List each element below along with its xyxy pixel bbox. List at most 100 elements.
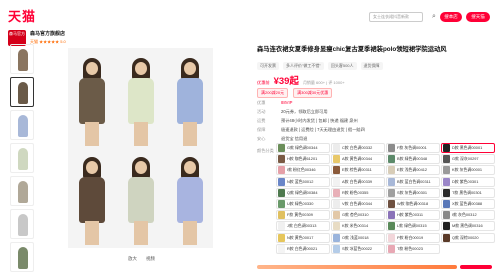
info-value: 88VIP bbox=[281, 100, 293, 105]
color-option[interactable]: H款 紫色00311 bbox=[386, 210, 440, 221]
color-option-label: G款 杏色00310 bbox=[342, 212, 369, 218]
thumbnail[interactable] bbox=[10, 44, 34, 74]
dress bbox=[177, 78, 203, 124]
main-product-image[interactable] bbox=[68, 48, 213, 248]
info-label: 运费 bbox=[257, 118, 266, 123]
thumbnail[interactable] bbox=[10, 110, 34, 140]
color-option[interactable]: U款 绿色00330 bbox=[276, 198, 330, 209]
color-swatch bbox=[388, 166, 395, 175]
color-option[interactable]: C款 白色调00332 bbox=[331, 143, 385, 153]
color-option[interactable]: T款 黑色调00301 bbox=[441, 187, 495, 198]
thumbnail[interactable] bbox=[10, 176, 34, 206]
search-tmall-button[interactable]: 搜天猫 bbox=[466, 12, 490, 22]
color-option-label: F款 灰色调00001 bbox=[397, 145, 427, 150]
color-option[interactable]: G款 杏色00310 bbox=[331, 210, 385, 221]
color-option[interactable]: K款 米色00314 bbox=[331, 221, 385, 232]
model-image-5 bbox=[117, 149, 165, 245]
color-swatch bbox=[388, 188, 395, 197]
color-option[interactable]: R款 白色调00021 bbox=[276, 243, 330, 254]
color-option[interactable]: I款 粉红色00346 bbox=[276, 165, 330, 176]
color-option[interactable]: E款 棕色调00311 bbox=[331, 165, 385, 176]
color-option[interactable]: W款 咖色调00318 bbox=[386, 198, 440, 209]
color-option[interactable]: J款 白色调00313 bbox=[276, 221, 330, 232]
tag: 可开发票 bbox=[257, 62, 279, 70]
video-button[interactable]: 视频 bbox=[146, 256, 155, 262]
color-option-label: K款 米色00314 bbox=[342, 223, 369, 229]
color-swatch bbox=[443, 155, 450, 164]
search-icon[interactable]: ⌕ bbox=[430, 12, 438, 22]
color-option[interactable]: E款 浅色调00412 bbox=[386, 165, 440, 176]
color-swatch bbox=[443, 144, 450, 152]
color-option[interactable]: D款 紫色00301 bbox=[441, 176, 495, 187]
search-input[interactable]: 女士连衣裙抖音新款 bbox=[369, 12, 423, 22]
color-option[interactable]: N款 蓝色50012 bbox=[276, 176, 330, 187]
color-option[interactable]: G款 绿色调00344 bbox=[276, 143, 330, 153]
color-option[interactable]: X款 蓝色调00388 bbox=[441, 198, 495, 209]
tag: 多人评价"做工不错" bbox=[283, 62, 324, 70]
color-option[interactable]: L款 绿色调00315 bbox=[386, 221, 440, 232]
color-swatch bbox=[278, 166, 285, 175]
color-option[interactable]: V款 白色调00344 bbox=[331, 198, 385, 209]
coupon[interactable]: 满300减30元优惠 bbox=[293, 88, 333, 98]
product-title: 森马连衣裙女夏季修身显瘦chic复古夏季裙装polo领短裙学院运动风 bbox=[257, 46, 447, 53]
tmall-logo[interactable]: 天猫 bbox=[8, 6, 36, 25]
info-row: 保障 极速退款 | 运费险 | 7天无理由退货 | 假一赔四 bbox=[257, 127, 365, 133]
color-option[interactable]: I款 灰色00312 bbox=[441, 210, 495, 221]
store-rating: 天猫 ★★★★★ 5.0 bbox=[30, 39, 66, 44]
add-to-cart-button[interactable] bbox=[460, 265, 492, 269]
color-option-label: C款 白色调00332 bbox=[342, 145, 373, 150]
price-row: 优惠前 ¥39起 月销量 600+ | 评 1000+ bbox=[257, 73, 345, 87]
color-option-label: D款 黑色调00001 bbox=[452, 145, 483, 150]
color-swatch bbox=[388, 177, 395, 186]
color-option[interactable]: T款 粉色00023 bbox=[386, 243, 440, 254]
store-name[interactable]: 森马官方旗舰店 bbox=[30, 30, 65, 37]
color-option[interactable]: N款 黄色00017 bbox=[276, 232, 330, 243]
color-option-label: A款 黄色调00344 bbox=[342, 156, 373, 162]
color-option[interactable]: F款 黄色00309 bbox=[276, 210, 330, 221]
color-option[interactable]: K款 灰色调00001 bbox=[441, 165, 495, 176]
color-option-label: H款 紫色00311 bbox=[397, 212, 424, 218]
color-option[interactable]: S款 灰色调00301 bbox=[386, 187, 440, 198]
price: ¥39起 bbox=[273, 76, 299, 87]
color-option[interactable]: A款 黄色调00344 bbox=[331, 154, 385, 165]
color-option[interactable]: F款 灰色调00001 bbox=[386, 143, 440, 153]
search-store-button[interactable]: 搜本店 bbox=[440, 12, 462, 22]
color-swatch bbox=[333, 233, 340, 242]
color-swatch bbox=[278, 144, 285, 152]
color-option-label: I款 灰色00312 bbox=[452, 212, 477, 218]
thumbnail[interactable] bbox=[10, 77, 34, 107]
color-option[interactable]: G款 深灰00297 bbox=[441, 154, 495, 165]
thumbnail[interactable] bbox=[10, 242, 34, 272]
color-swatch bbox=[388, 144, 395, 152]
info-value: 极速退款 | 运费险 | 7天无理由退货 | 假一赔四 bbox=[281, 127, 365, 132]
color-option[interactable]: A款 白色调00339 bbox=[331, 176, 385, 187]
zoom-button[interactable]: 放大 bbox=[128, 256, 137, 262]
color-option-label: V款 白色调00344 bbox=[342, 200, 373, 206]
color-option[interactable]: Q款 深棕00020 bbox=[441, 232, 495, 243]
color-option[interactable]: D款 黑色调00001 bbox=[441, 143, 495, 153]
color-swatch bbox=[333, 155, 340, 164]
color-option[interactable]: B款 绿色调00348 bbox=[386, 154, 440, 165]
color-option[interactable]: B款 蓝白色调00311 bbox=[386, 176, 440, 187]
color-option[interactable]: O款 浅蓝00018 bbox=[331, 232, 385, 243]
dress bbox=[79, 177, 105, 223]
color-option[interactable]: M款 黑色调00316 bbox=[441, 221, 495, 232]
color-option-label: U款 绿色00330 bbox=[287, 200, 314, 206]
thumbnail[interactable] bbox=[10, 209, 34, 239]
color-swatch bbox=[443, 188, 450, 197]
sales-count: 月销量 600+ | 评 1000+ bbox=[302, 80, 345, 85]
color-option[interactable]: H款 咖色调61201 bbox=[276, 154, 330, 165]
color-swatch bbox=[278, 233, 285, 242]
tag: 退货保障 bbox=[360, 62, 383, 70]
color-option[interactable]: P款 粉白00019 bbox=[386, 232, 440, 243]
buy-now-button[interactable] bbox=[257, 265, 457, 269]
info-value: 预计48小时内发货 | 包邮 | 快递 福建 泉州 bbox=[281, 118, 358, 123]
thumbnail-figure bbox=[18, 115, 28, 137]
color-option-label: D款 紫色00301 bbox=[452, 178, 479, 184]
coupon[interactable]: 满200减20元 bbox=[257, 88, 289, 98]
color-option[interactable]: S款 冰蓝色00022 bbox=[331, 243, 385, 254]
color-option[interactable]: Q款 绿色调00384 bbox=[276, 187, 330, 198]
color-option[interactable]: R款 粉色00355 bbox=[331, 187, 385, 198]
color-option-label: E款 棕色调00311 bbox=[342, 167, 372, 173]
thumbnail[interactable] bbox=[10, 143, 34, 173]
